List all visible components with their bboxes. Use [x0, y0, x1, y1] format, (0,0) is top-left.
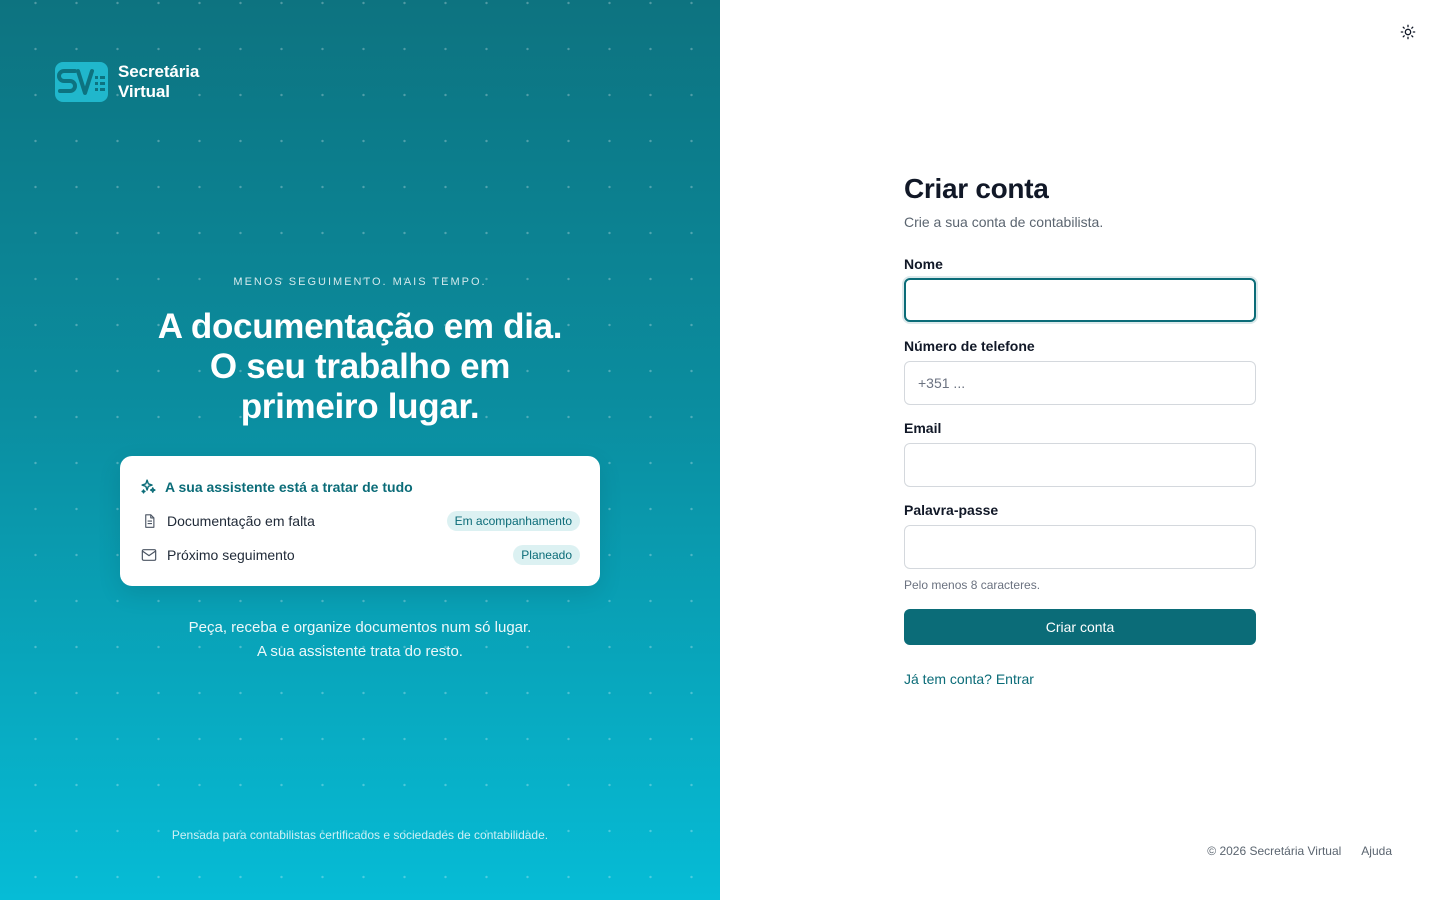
brand-name-line1: Secretária [118, 62, 200, 81]
card-row-missing-docs: Documentação em falta Em acompanhamento [140, 510, 580, 532]
hero-headline-line2: O seu trabalho em [209, 347, 511, 386]
hero-subtext-line2: A sua assistente trata do resto. [257, 643, 463, 660]
password-label: Palavra-passe [904, 502, 999, 518]
brand[interactable]: Secretária Virtual [55, 62, 199, 102]
create-account-button[interactable]: Criar conta [904, 609, 1256, 645]
help-link[interactable]: Ajuda [1361, 844, 1392, 858]
password-input[interactable] [904, 525, 1256, 569]
hero-panel: Secretária Virtual MENOS SEGUIMENTO. MAI… [0, 0, 720, 900]
email-label: Email [904, 420, 942, 436]
status-badge: Planeado [513, 545, 580, 565]
status-badge: Em acompanhamento [446, 511, 580, 531]
brand-name-line2: Virtual [118, 82, 170, 101]
footer: © 2026 Secretária Virtual Ajuda [1207, 844, 1392, 858]
dot-pattern [0, 0, 720, 900]
hero-headline: A documentação em dia. O seu trabalho em… [60, 307, 660, 427]
phone-label: Número de telefone [904, 338, 1035, 354]
phone-input[interactable] [904, 361, 1256, 405]
assistant-card-title: A sua assistente está a tratar de tudo [140, 478, 413, 495]
theme-toggle-button[interactable] [1398, 22, 1418, 42]
sparkle-icon [141, 479, 156, 494]
email-input[interactable] [904, 443, 1256, 487]
form-title: Criar conta [904, 173, 1049, 204]
hero-subtext: Peça, receba e organize documentos num s… [0, 616, 720, 664]
card-row-next-followup: Próximo seguimento Planeado [140, 544, 580, 566]
hero-subtext-line1: Peça, receba e organize documentos num s… [188, 619, 532, 636]
form-subtitle: Crie a sua conta de contabilista. [904, 214, 1104, 230]
sv-logo-icon [55, 62, 108, 102]
hero-footnote: Pensada para contabilistas certificados … [171, 828, 549, 842]
document-icon [140, 512, 158, 530]
password-hint: Pelo menos 8 caracteres. [904, 578, 1041, 592]
copyright: © 2026 Secretária Virtual [1207, 844, 1342, 858]
card-row-label: Documentação em falta [167, 513, 315, 529]
hero-headline-line1: A documentação em dia. [157, 307, 563, 346]
sun-icon [1400, 24, 1416, 40]
hero-headline-line3: primeiro lugar. [240, 387, 480, 426]
assistant-card-title-text: A sua assistente está a tratar de tudo [165, 478, 413, 495]
name-input[interactable] [904, 278, 1256, 322]
mail-icon [140, 546, 158, 564]
brand-name: Secretária Virtual [118, 62, 199, 102]
card-row-label: Próximo seguimento [167, 547, 295, 563]
hero-eyebrow: MENOS SEGUIMENTO. MAIS TEMPO. [233, 276, 487, 288]
name-label: Nome [904, 256, 943, 272]
login-link[interactable]: Já tem conta? Entrar [904, 671, 1034, 687]
signup-form: Criar conta Crie a sua conta de contabil… [904, 172, 1256, 687]
